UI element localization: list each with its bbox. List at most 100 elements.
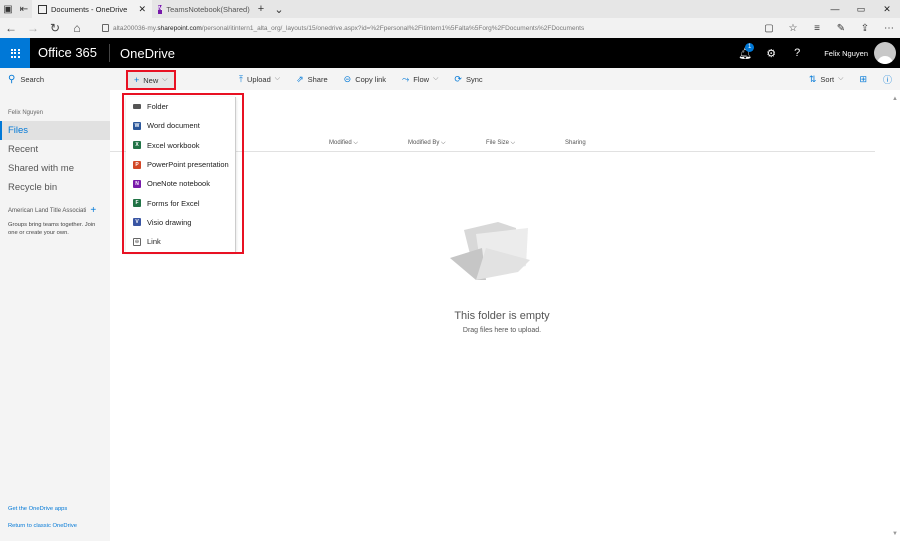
add-group-icon[interactable]: + — [90, 205, 96, 216]
view-toggle-button[interactable]: ⊞ — [851, 68, 875, 90]
column-file-size[interactable]: File Size ⌵ — [486, 140, 515, 147]
forward-icon[interactable]: → — [22, 21, 44, 35]
app-name[interactable]: OneDrive — [120, 46, 175, 61]
nav-item-shared-with-me[interactable]: Shared with me — [0, 159, 110, 178]
browser-tab-onedrive[interactable]: Documents - OneDrive ✕ — [32, 0, 152, 18]
tab-title: Documents - OneDrive — [51, 4, 128, 14]
menu-item-link[interactable]: ⊝ Link — [126, 232, 235, 251]
menu-item-excel-workbook[interactable]: X Excel workbook — [126, 136, 235, 155]
refresh-icon[interactable]: ↻ — [44, 21, 66, 35]
user-name[interactable]: Felix Nguyen — [824, 49, 868, 58]
avatar[interactable] — [874, 42, 896, 64]
url-prefix: alta200036-my. — [113, 24, 158, 32]
nav-item-recycle-bin[interactable]: Recycle bin — [0, 178, 110, 197]
favorites-hub-icon[interactable]: ≡ — [806, 23, 828, 34]
grid-view-icon: ⊞ — [859, 73, 867, 84]
menu-item-forms-for-excel[interactable]: F Forms for Excel — [126, 193, 235, 212]
back-icon[interactable]: ← — [0, 21, 22, 35]
new-label: New — [143, 75, 159, 85]
browser-toolbar: ▢ ☆ ≡ ✎ ⇪ ⋯ — [758, 23, 900, 34]
powerpoint-icon: P — [133, 160, 141, 169]
chevron-down-icon: ⌵ — [433, 75, 439, 82]
share-button[interactable]: ⇗ Share — [288, 68, 336, 90]
nav-item-recent[interactable]: Recent — [0, 140, 110, 159]
browser-tab-teamsnotebook[interactable]: N TeamsNotebook(Shared) — [152, 0, 252, 18]
sort-button[interactable]: ⇅ Sort ⌵ — [801, 68, 852, 90]
sort-label: Sort — [820, 74, 835, 84]
flow-label: Flow — [413, 74, 430, 84]
window-controls: — ▭ ✕ — [822, 0, 900, 18]
menu-item-label: Word document — [147, 121, 200, 131]
plus-icon: + — [134, 75, 140, 85]
column-modified[interactable]: Modified ⌵ — [329, 140, 358, 147]
tab-list-chevron-icon[interactable]: ⌄ — [270, 0, 288, 18]
info-button[interactable]: ⓘ — [875, 68, 900, 90]
notifications-button[interactable]: 🔔︎ 1 — [732, 38, 758, 68]
search-label: Search — [20, 74, 45, 84]
help-icon: ? — [794, 47, 801, 59]
menu-item-word-document[interactable]: W Word document — [126, 116, 235, 135]
url-path: /personal/itintern1_alta_org/_layouts/15… — [201, 24, 585, 32]
favorite-star-icon[interactable]: ☆ — [782, 23, 804, 34]
chevron-down-icon: ⌵ — [274, 75, 281, 82]
copy-link-button[interactable]: ⊝ Copy link — [336, 68, 394, 90]
menu-item-onenote-notebook[interactable]: N OneNote notebook — [126, 174, 235, 193]
menu-item-label: Link — [147, 237, 161, 247]
upload-button[interactable]: ⤒ Upload ⌵ — [231, 68, 288, 90]
classic-onedrive-link[interactable]: Return to classic OneDrive — [8, 523, 77, 529]
nav-group-heading[interactable]: American Land Title Associati + — [0, 205, 110, 216]
upload-icon: ⤒ — [239, 73, 243, 84]
home-icon[interactable]: ⌂ — [66, 21, 88, 35]
info-icon: ⓘ — [882, 74, 892, 85]
office-brand[interactable]: Office 365 — [38, 44, 111, 62]
lock-icon — [102, 24, 109, 32]
sync-label: Sync — [465, 74, 483, 84]
menu-item-visio-drawing[interactable]: V Visio drawing — [126, 213, 235, 232]
onenote-tab-icon: N — [158, 4, 163, 14]
nav-item-files[interactable]: Files — [0, 121, 110, 140]
set-aside-tabs-icon[interactable]: ⇤ — [16, 0, 32, 18]
sort-icon: ⇅ — [808, 73, 817, 84]
share-icon: ⇗ — [296, 73, 304, 84]
upload-label: Upload — [246, 74, 271, 84]
folder-icon — [133, 104, 141, 110]
empty-folder-title: This folder is empty — [454, 310, 550, 322]
waffle-icon — [10, 48, 20, 58]
menu-item-label: Visio drawing — [147, 217, 192, 227]
flow-button[interactable]: ⤳ Flow ⌵ — [394, 68, 446, 90]
app-launcher-button[interactable] — [0, 38, 30, 68]
link-icon: ⊝ — [343, 73, 352, 84]
column-sharing[interactable]: Sharing — [565, 140, 586, 146]
person-icon — [877, 56, 893, 64]
url-field[interactable]: alta200036-my.sharepoint.com/personal/it… — [102, 24, 752, 32]
scroll-down-icon[interactable]: ▼ — [892, 531, 898, 537]
address-bar: ← → ↻ ⌂ alta200036-my.sharepoint.com/per… — [0, 18, 900, 38]
gear-icon: ⚙ — [766, 47, 777, 60]
minimize-icon[interactable]: — — [822, 0, 848, 18]
new-tab-icon[interactable]: + — [252, 0, 270, 18]
more-icon[interactable]: ⋯ — [878, 23, 900, 34]
menu-item-label: OneNote notebook — [147, 179, 210, 189]
close-window-icon[interactable]: ✕ — [874, 0, 900, 18]
reading-view-icon[interactable]: ▢ — [758, 23, 780, 34]
menu-item-powerpoint-presentation[interactable]: P PowerPoint presentation — [126, 155, 235, 174]
get-apps-link[interactable]: Get the OneDrive apps — [8, 506, 67, 512]
sync-button[interactable]: ⟳ Sync — [446, 68, 490, 90]
scroll-up-icon[interactable]: ▲ — [892, 96, 898, 102]
menu-item-folder[interactable]: Folder — [126, 97, 235, 116]
share-icon[interactable]: ⇪ — [854, 23, 876, 34]
settings-button[interactable]: ⚙ — [758, 38, 784, 68]
groups-hint: Groups bring teams together. Join one or… — [8, 222, 96, 236]
pen-notes-icon[interactable]: ✎ — [830, 23, 852, 34]
menu-item-label: PowerPoint presentation — [147, 160, 229, 170]
tab-actions-icon[interactable]: ▣ — [0, 0, 16, 18]
column-modified-by[interactable]: Modified By ⌵ — [408, 140, 446, 147]
restore-icon[interactable]: ▭ — [848, 0, 874, 18]
nav-user-heading: Felix Nguyen — [8, 110, 44, 116]
link-icon: ⊝ — [133, 237, 141, 246]
help-button[interactable]: ? — [784, 38, 810, 68]
url-domain: sharepoint.com — [157, 24, 202, 32]
close-tab-icon[interactable]: ✕ — [138, 4, 146, 15]
new-button[interactable]: + New ⌵ — [126, 70, 176, 90]
search-box[interactable]: ⚲ Search — [0, 68, 110, 90]
